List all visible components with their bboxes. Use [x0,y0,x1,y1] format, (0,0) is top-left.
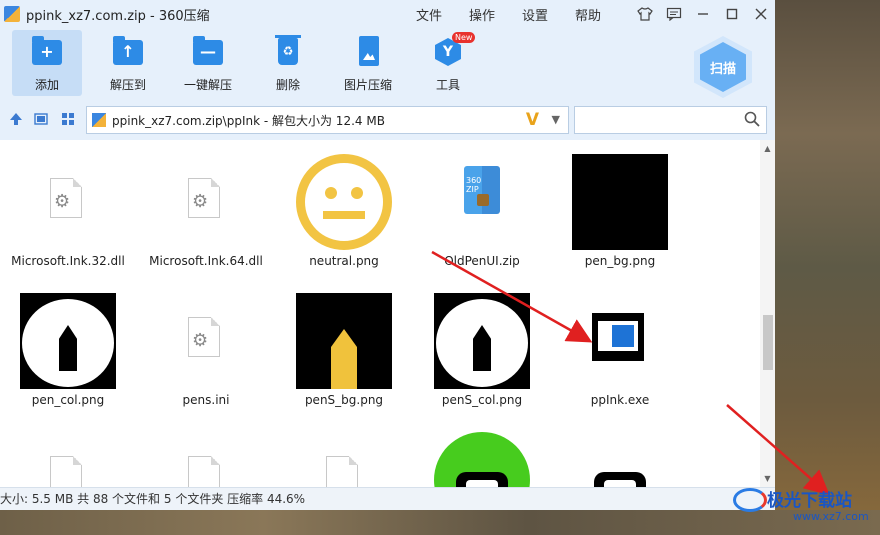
file-name: ppInk.exe [590,393,650,407]
scan-button[interactable]: 扫描 [694,36,752,98]
skin-shirt-icon[interactable] [630,0,659,28]
delete-label: 删除 [275,78,300,92]
menu-operation[interactable]: 操作 [469,5,495,24]
green-circle-thumbnail [434,432,530,487]
app-window: ppink_xz7.com.zip - 360压缩 文件 操作 设置 帮助 + … [0,0,775,510]
file-item[interactable] [138,418,274,487]
vertical-scrollbar[interactable]: ▲ ▼ [760,140,775,487]
site-watermark: 极光下载站 www.xz7.com [733,484,878,532]
file-grid: ⚙ Microsoft.Ink.32.dll ⚙ Microsoft.Ink.6… [0,140,760,487]
scroll-down-icon[interactable]: ▼ [760,474,775,483]
watermark-title: 极光下载站 [767,491,852,511]
menu-file[interactable]: 文件 [416,5,442,24]
search-icon[interactable] [744,111,760,131]
image-compress-icon [359,36,379,66]
generic-file-icon [188,456,220,487]
generic-file-icon [326,456,358,487]
one-click-extract-label: 一键解压 [183,78,232,92]
crayon-image-thumbnail [296,293,392,389]
file-item[interactable]: penS_col.png [414,279,550,409]
window-controls [630,0,775,28]
watermark-logo-icon [733,488,767,512]
status-bar: 大小: 5.5 MB 共 88 个文件和 5 个文件夹 压缩率 44.6% [0,487,775,510]
new-badge: New [452,32,476,43]
pen-image-thumbnail [434,293,530,389]
chevron-down-icon[interactable]: ▼ [552,113,560,126]
search-input[interactable] [574,106,767,134]
pen-image-thumbnail [20,293,116,389]
file-name: pen_col.png [31,393,105,407]
path-text: ppink_xz7.com.zip\ppInk - 解包大小为 12.4 MB [112,113,385,128]
file-item[interactable]: penS_bg.png [276,279,412,409]
extract-to-label: 解压到 [109,78,146,92]
feedback-icon[interactable] [659,0,688,28]
add-button-label: 添加 [34,78,59,92]
file-item[interactable] [276,418,412,487]
close-icon[interactable] [746,0,775,28]
generic-file-icon [50,456,82,487]
detail-view-icon[interactable] [33,112,49,128]
scan-label: 扫描 [700,42,746,92]
app-archive-icon [4,6,20,22]
menu-bar: 文件 操作 设置 帮助 [416,0,628,28]
file-item[interactable]: 360 ZIP OldPenUI.zip [414,140,550,270]
grid-view-icon[interactable] [60,112,76,128]
file-item[interactable]: ⚙ pens.ini [138,279,274,409]
watermark-url: www.xz7.com [793,510,869,523]
archive-path-icon [92,113,106,127]
file-name: Microsoft.Ink.64.dll [149,254,263,268]
delete-button[interactable]: ♻ 删除 [253,30,323,96]
file-name: OldPenUI.zip [444,254,520,268]
minimize-icon[interactable] [688,0,717,28]
image-compress-button[interactable]: 图片压缩 [333,30,403,96]
file-item[interactable]: ppInk.exe [552,279,688,409]
neutral-face-thumbnail [296,154,392,250]
v-badge-icon[interactable]: V [526,110,539,130]
tools-button[interactable]: Y New 工具 [413,30,483,96]
menu-settings[interactable]: 设置 [522,5,548,24]
menu-help[interactable]: 帮助 [575,5,601,24]
file-item[interactable]: pen_bg.png [552,140,688,270]
zip-archive-icon: 360 ZIP [464,166,500,214]
dll-file-icon: ⚙ [50,178,82,218]
extract-to-button[interactable]: ↑ 解压到 [93,30,163,96]
extract-to-icon: ↑ [113,36,143,65]
file-name: pens.ini [182,393,230,407]
file-item[interactable]: ⚙ Microsoft.Ink.64.dll [138,140,274,270]
file-name: Microsoft.Ink.32.dll [11,254,125,268]
title-bar: ppink_xz7.com.zip - 360压缩 文件 操作 设置 帮助 [0,0,775,28]
one-click-extract-button[interactable]: — 一键解压 [173,30,243,96]
scroll-up-icon[interactable]: ▲ [760,144,775,153]
toolbar: + 添加 ↑ 解压到 — 一键解压 ♻ 删除 图片压缩 Y New 工具 扫描 [0,28,775,100]
file-name: neutral.png [309,254,379,268]
file-name: pen_bg.png [584,254,656,268]
maximize-icon[interactable] [717,0,746,28]
file-item[interactable]: pen_col.png [0,279,136,409]
file-item[interactable] [552,418,688,487]
file-name: penS_col.png [441,393,523,407]
image-compress-label: 图片压缩 [343,78,392,92]
address-bar: ppink_xz7.com.zip\ppInk - 解包大小为 12.4 MB … [0,100,775,140]
pill-image-thumbnail [594,472,646,487]
delete-bin-icon: ♻ [275,35,301,65]
path-field[interactable]: ppink_xz7.com.zip\ppInk - 解包大小为 12.4 MB … [86,106,569,134]
up-arrow-icon[interactable] [8,112,24,128]
file-item[interactable] [0,418,136,487]
tools-label: 工具 [435,78,460,92]
scroll-thumb[interactable] [763,315,773,370]
black-image-thumbnail [572,154,668,250]
desktop-background [775,0,880,535]
ini-file-icon: ⚙ [188,317,220,357]
file-item[interactable]: neutral.png [276,140,412,270]
window-title: ppink_xz7.com.zip - 360压缩 [26,8,210,24]
one-click-extract-icon: — [193,36,223,65]
dll-file-icon: ⚙ [188,178,220,218]
file-item[interactable] [414,418,550,487]
exe-app-icon [592,313,644,361]
add-button[interactable]: + 添加 [12,30,82,96]
file-name: penS_bg.png [304,393,384,407]
file-item[interactable]: ⚙ Microsoft.Ink.32.dll [0,140,136,270]
add-folder-icon: + [32,36,62,65]
